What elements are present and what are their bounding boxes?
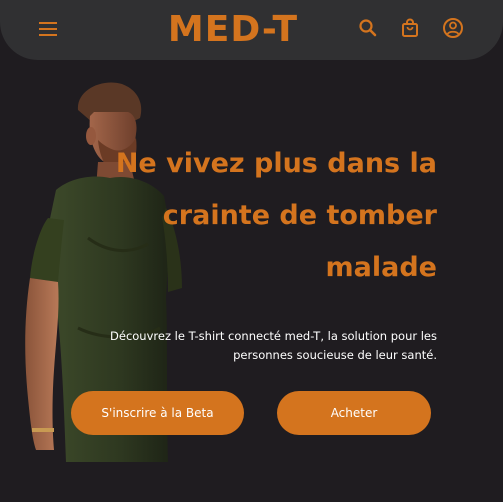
account-icon[interactable]: [442, 17, 464, 39]
top-header: MED-T: [0, 0, 503, 60]
subtitle-line: personnes soucieuse de leur santé.: [233, 348, 437, 362]
headline-line: crainte de tomber: [162, 200, 437, 231]
headline-line: Ne vivez plus dans la: [115, 148, 437, 179]
subtitle-line: Découvrez le T-shirt connecté med-T, la …: [110, 329, 437, 343]
search-icon[interactable]: [357, 17, 379, 39]
menu-icon[interactable]: [39, 21, 57, 37]
hero-subtitle: Découvrez le T-shirt connecté med-T, la …: [57, 327, 437, 365]
brand-logo: MED-T: [167, 9, 299, 50]
buy-button[interactable]: Acheter: [277, 391, 431, 435]
beta-signup-button[interactable]: S'inscrire à la Beta: [71, 391, 244, 435]
landing-page: MED-T Ne vivez plus dans la crainte de t…: [0, 0, 503, 502]
hero-headline: Ne vivez plus dans la crainte de tomber …: [57, 138, 437, 294]
shopping-bag-icon[interactable]: [399, 17, 421, 39]
headline-line: malade: [325, 252, 437, 283]
